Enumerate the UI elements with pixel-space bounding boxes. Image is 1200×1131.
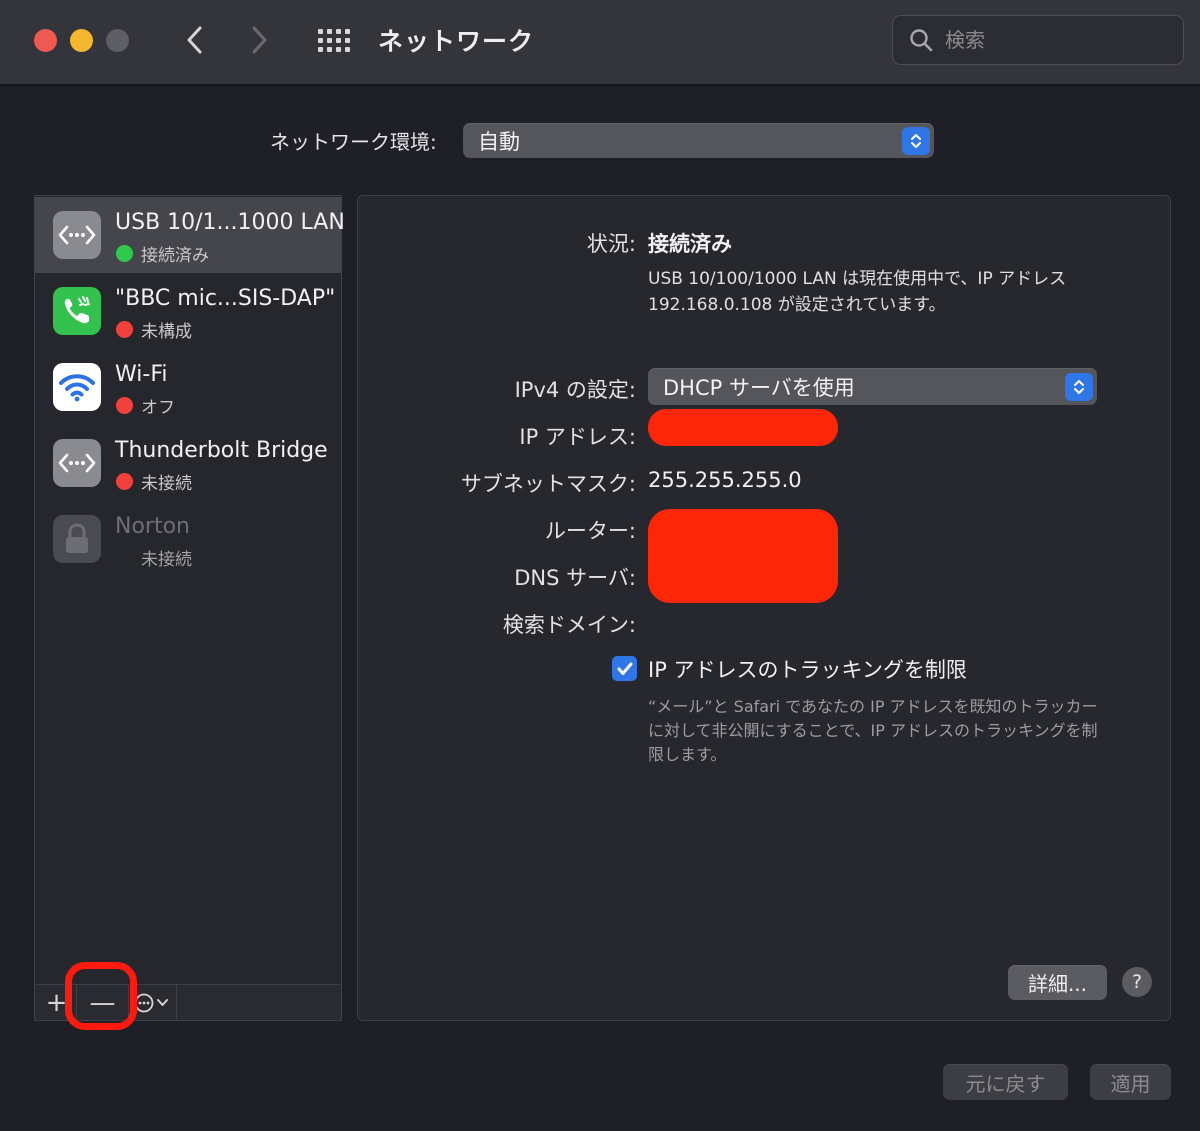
status-dot [116, 397, 133, 414]
ethernet-icon [53, 439, 101, 487]
action-menu-button[interactable] [129, 985, 177, 1020]
ethernet-icon [53, 211, 101, 259]
ipv4-config-value: DHCP サーバを使用 [663, 375, 855, 400]
service-name: Wi-Fi [115, 362, 168, 387]
dns-server-label: DNS サーバ: [514, 566, 636, 590]
popup-stepper-icon [1065, 372, 1093, 401]
service-item-bbc-microbit[interactable]: "BBC mic...SIS-DAP" 未構成 [35, 273, 341, 349]
chevron-right-icon [252, 26, 267, 54]
detail-panel [357, 195, 1171, 1021]
service-status: 接続済み [141, 246, 209, 266]
advanced-button[interactable]: 詳細... [1008, 965, 1107, 1000]
status-dot [116, 245, 133, 262]
status-dot [116, 321, 133, 338]
service-name: USB 10/1...1000 LAN [115, 210, 345, 235]
show-all-grid-button[interactable] [314, 22, 354, 58]
search-input[interactable] [945, 28, 1165, 52]
limit-tracking-checkbox[interactable] [612, 656, 637, 681]
service-name: Thunderbolt Bridge [115, 438, 328, 463]
ellipsis-circle-icon [134, 993, 168, 1012]
service-list: USB 10/1...1000 LAN 接続済み "BBC mic...SIS-… [34, 195, 345, 1021]
service-item-usb-lan[interactable]: USB 10/1...1000 LAN 接続済み [35, 197, 345, 273]
phone-icon [53, 287, 101, 335]
redacted-ip-address [648, 409, 838, 446]
service-list-toolbar: + — [35, 984, 341, 1020]
redacted-router-dns [648, 509, 838, 603]
status-value: 接続済み [648, 232, 732, 256]
forward-button[interactable] [240, 20, 280, 60]
back-button[interactable] [174, 20, 214, 60]
help-button[interactable]: ? [1122, 967, 1152, 997]
revert-button[interactable]: 元に戻す [943, 1064, 1068, 1100]
router-label: ルーター: [544, 519, 636, 543]
limit-tracking-label: IP アドレスのトラッキングを制限 [648, 658, 967, 682]
wifi-icon [53, 363, 101, 411]
service-item-norton[interactable]: Norton 未接続 [35, 501, 341, 577]
window-title: ネットワーク [378, 27, 535, 56]
location-value: 自動 [478, 129, 520, 154]
lock-icon [53, 515, 101, 563]
ipv4-config-popup[interactable]: DHCP サーバを使用 [648, 368, 1097, 405]
location-label: ネットワーク環境: [270, 130, 437, 154]
apply-button[interactable]: 適用 [1090, 1064, 1171, 1100]
popup-stepper-icon [902, 126, 930, 155]
limit-tracking-description: “メール”と Safari であなたの IP アドレスを既知のトラッカーに対して… [648, 697, 1098, 764]
search-field[interactable] [892, 15, 1184, 65]
status-dot [116, 473, 133, 490]
location-popup[interactable]: 自動 [463, 123, 934, 158]
title-bar: ネットワーク [0, 0, 1200, 86]
service-status: 未接続 [141, 474, 192, 494]
ip-address-label: IP アドレス: [519, 425, 636, 449]
service-item-wifi[interactable]: Wi-Fi オフ [35, 349, 341, 425]
status-description: USB 10/100/1000 LAN は現在使用中で、IP アドレス 192.… [648, 269, 1067, 315]
chevron-left-icon [187, 26, 202, 54]
service-status: オフ [141, 398, 175, 418]
checkmark-icon [617, 662, 632, 675]
service-name: "BBC mic...SIS-DAP" [115, 286, 336, 311]
ipv4-label: IPv4 の設定: [514, 378, 636, 402]
service-status: 未接続 [141, 550, 192, 570]
service-status: 未構成 [141, 322, 192, 342]
close-window-button[interactable] [34, 29, 57, 52]
status-label: 状況: [586, 232, 636, 256]
service-name: Norton [115, 514, 190, 539]
minimize-window-button[interactable] [70, 29, 93, 52]
subnet-mask-label: サブネットマスク: [460, 472, 636, 496]
add-service-button[interactable]: + [37, 985, 77, 1020]
search-icon [910, 29, 933, 52]
subnet-mask-value: 255.255.255.0 [648, 468, 802, 492]
remove-service-button[interactable]: — [77, 985, 129, 1020]
service-item-thunderbolt-bridge[interactable]: Thunderbolt Bridge 未接続 [35, 425, 341, 501]
search-domain-label: 検索ドメイン: [502, 613, 636, 637]
zoom-window-button[interactable] [106, 29, 129, 52]
